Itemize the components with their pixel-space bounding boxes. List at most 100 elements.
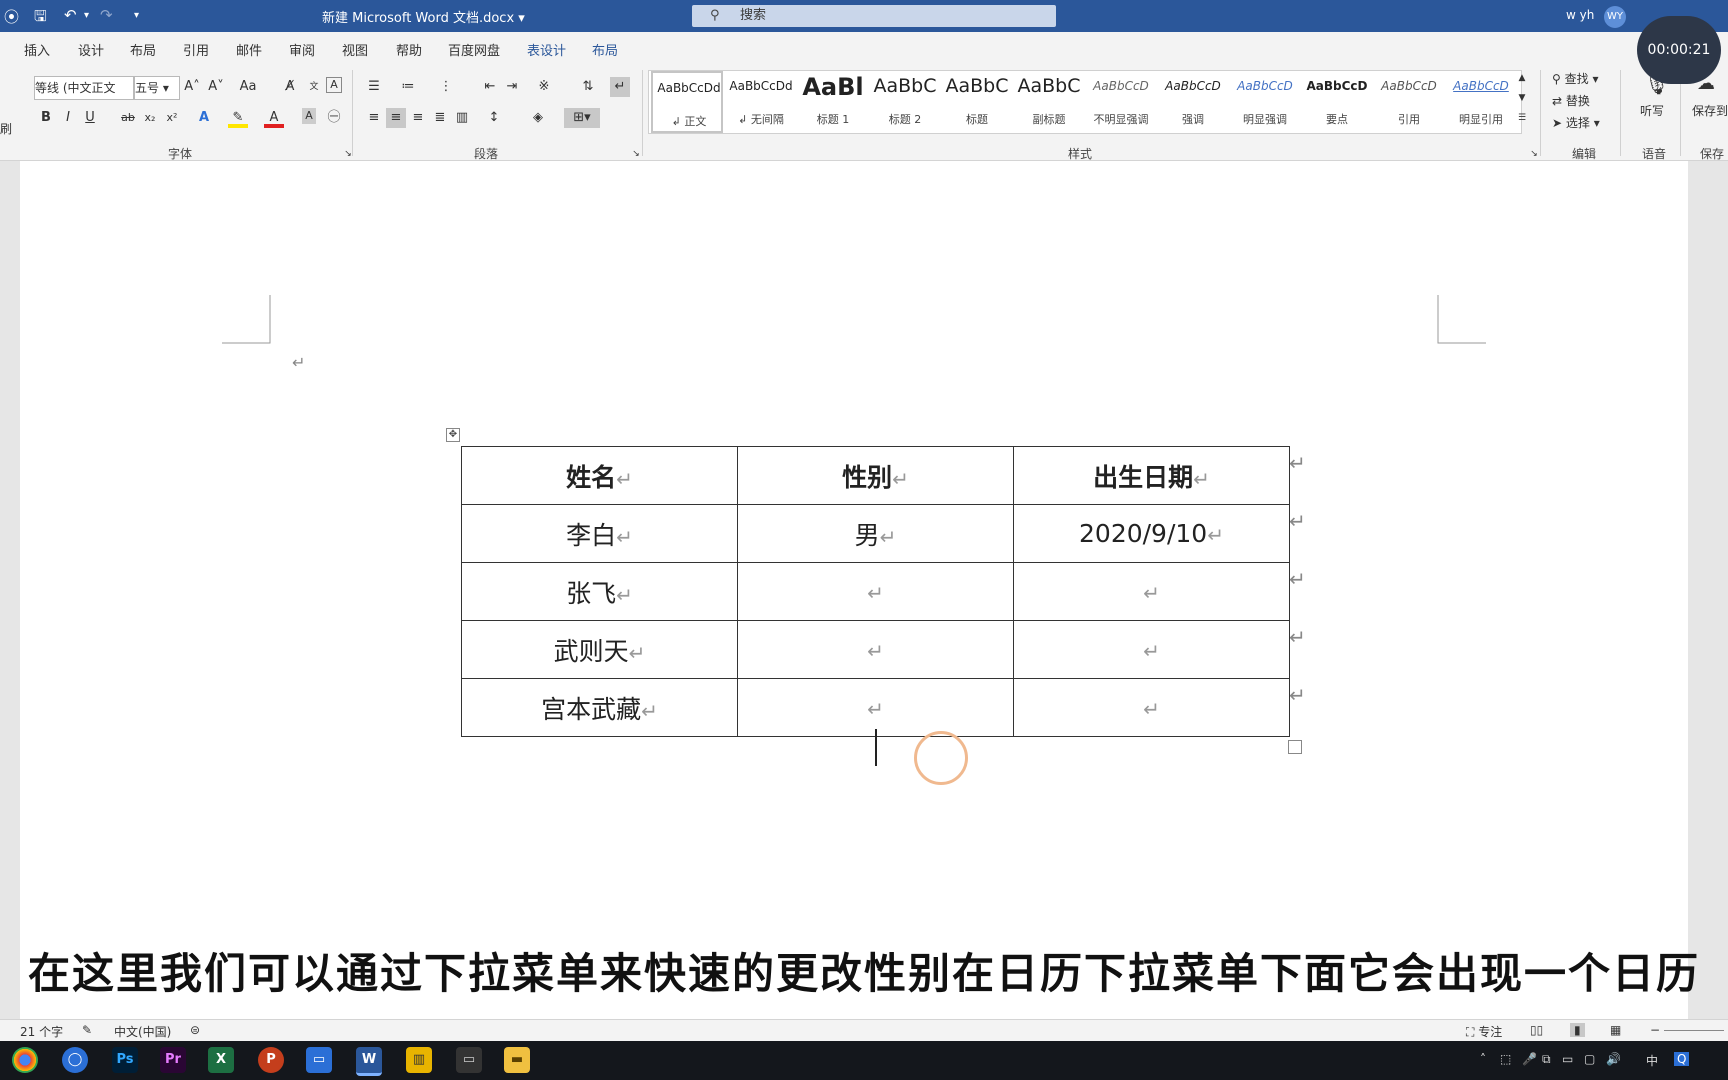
customize-qat-icon[interactable]: ▾ — [134, 10, 139, 21]
style-intense-quote[interactable]: AaBbCcD 明显引用 — [1445, 71, 1517, 133]
table-resize-handle[interactable] — [1288, 740, 1302, 754]
page[interactable]: ↵ ✥ 姓名↵ 性别↵ 出生日期↵ 李白↵ 男↵ 2020/9/10↵ 张飞↵ … — [20, 161, 1688, 1019]
zoom-slider[interactable] — [1664, 1030, 1724, 1031]
table-cell[interactable]: ↵ — [737, 562, 1014, 621]
tab-help[interactable]: 帮助 — [396, 40, 422, 59]
focus-mode-button[interactable]: ⛶ 专注 — [1466, 1023, 1502, 1040]
tray-chevron-icon[interactable]: ˄ — [1480, 1052, 1486, 1066]
table-cell[interactable]: ↵ — [737, 678, 1014, 737]
table-cell[interactable]: 张飞↵ — [461, 562, 738, 621]
align-center-icon[interactable]: ≡ — [386, 108, 406, 128]
style-quote[interactable]: AaBbCcD 引用 — [1373, 71, 1445, 133]
show-marks-icon[interactable]: ↵ — [610, 77, 630, 97]
select-button[interactable]: ➤ 选择 ▾ — [1552, 112, 1600, 134]
accessibility-icon[interactable]: ⊜ — [190, 1023, 200, 1037]
header-cell-name[interactable]: 姓名↵ — [461, 446, 738, 505]
char-shading-icon[interactable]: A — [302, 108, 316, 124]
find-button[interactable]: ⚲ 查找 ▾ — [1552, 68, 1598, 90]
grow-font-icon[interactable]: A˄ — [182, 77, 202, 97]
tab-design[interactable]: 设计 — [78, 40, 104, 59]
table-cell[interactable]: 李白↵ — [461, 504, 738, 563]
tab-baidu-netdisk[interactable]: 百度网盘 — [448, 40, 500, 59]
char-border-icon[interactable]: A — [326, 77, 342, 93]
photoshop-icon[interactable]: Ps — [112, 1047, 138, 1073]
highlight-icon[interactable]: ✎ — [228, 108, 248, 128]
table-cell[interactable]: ↵ — [737, 620, 1014, 679]
style-subtitle[interactable]: AaBbC 副标题 — [1013, 71, 1085, 133]
tray-network-icon[interactable]: ⧉ — [1542, 1052, 1551, 1067]
decrease-indent-icon[interactable]: ⇤ — [480, 77, 500, 97]
tab-view[interactable]: 视图 — [342, 40, 368, 59]
save-to-baidu-button[interactable]: 保存到百度网盘 — [1692, 100, 1728, 122]
table-move-handle[interactable]: ✥ — [446, 428, 460, 442]
style-intense-emphasis[interactable]: AaBbCcD 明显强调 — [1229, 71, 1301, 133]
chart-app-icon[interactable]: ▥ — [406, 1047, 432, 1073]
bold-icon[interactable]: B — [36, 108, 56, 128]
style-subtle-emphasis[interactable]: AaBbCcD 不明显强调 — [1085, 71, 1157, 133]
undo-icon[interactable]: ↶ — [64, 6, 77, 24]
styles-gallery[interactable]: AaBbCcDd ↲ 正文 AaBbCcDd ↲ 无间隔 AaBl 标题 1 AaBb… — [648, 70, 1522, 134]
meeting-app-icon[interactable]: ▭ — [306, 1047, 332, 1073]
tab-table-design[interactable]: 表设计 — [527, 40, 566, 59]
font-size-select[interactable]: 五号 ▾ — [134, 76, 180, 100]
justify-icon[interactable]: ≣ — [430, 108, 450, 128]
sort-icon[interactable]: ⇅ — [578, 77, 598, 97]
style-no-spacing[interactable]: AaBbCcDd ↲ 无间隔 — [725, 71, 797, 133]
tab-references[interactable]: 引用 — [183, 40, 209, 59]
tray-battery-icon[interactable]: ▭ — [1562, 1052, 1573, 1066]
table-cell[interactable]: ↵ — [1013, 562, 1290, 621]
format-painter-icon[interactable]: 刷 — [0, 118, 12, 140]
tray-display-icon[interactable]: ▢ — [1584, 1052, 1595, 1066]
distributed-icon[interactable]: ▥ — [452, 108, 472, 128]
save-icon[interactable]: 🖫 — [34, 6, 47, 31]
subscript-icon[interactable]: x₂ — [140, 108, 160, 128]
avatar[interactable]: WY — [1604, 6, 1626, 28]
redo-icon[interactable]: ↷ — [100, 6, 113, 24]
font-name-select[interactable]: 等线 (中文正文 — [34, 76, 134, 100]
style-emphasis[interactable]: AaBbCcD 强调 — [1157, 71, 1229, 133]
gallery-up-icon[interactable]: ▲ — [1512, 68, 1532, 88]
bullets-icon[interactable]: ☰ — [364, 77, 384, 97]
search-box[interactable]: ⚲ 搜索 — [692, 5, 1056, 27]
table-cell[interactable]: ↵ — [1013, 678, 1290, 737]
tray-q-icon[interactable]: Q — [1674, 1052, 1690, 1066]
tray-app-icon[interactable]: ⬚ — [1500, 1052, 1511, 1066]
enclose-char-icon[interactable]: ㊀ — [324, 108, 344, 128]
terminal-icon[interactable]: ▭ — [456, 1047, 482, 1073]
tray-mic-icon[interactable]: 🎤 — [1522, 1052, 1537, 1066]
table-cell[interactable]: 2020/9/10↵ — [1013, 504, 1290, 563]
zoom-out-icon[interactable]: − — [1650, 1023, 1660, 1037]
clear-format-icon[interactable]: A̸ — [280, 77, 300, 97]
style-heading-1[interactable]: AaBl 标题 1 — [797, 71, 869, 133]
table-cell[interactable]: 武则天↵ — [461, 620, 738, 679]
superscript-icon[interactable]: x² — [162, 108, 182, 128]
powerpoint-icon[interactable]: P — [258, 1047, 284, 1073]
premiere-icon[interactable]: Pr — [160, 1047, 186, 1073]
align-right-icon[interactable]: ≡ — [408, 108, 428, 128]
table-cell[interactable]: 男↵ — [737, 504, 1014, 563]
tab-insert[interactable]: 插入 — [24, 40, 50, 59]
chinese-layout-icon[interactable]: ※ — [534, 77, 554, 97]
align-left-icon[interactable]: ≡ — [364, 108, 384, 128]
style-title[interactable]: AaBbC 标题 — [941, 71, 1013, 133]
tab-layout[interactable]: 布局 — [130, 40, 156, 59]
web-layout-icon[interactable]: ▦ — [1610, 1023, 1621, 1037]
style-strong[interactable]: AaBbCcD 要点 — [1301, 71, 1373, 133]
header-cell-gender[interactable]: 性别↵ — [737, 446, 1014, 505]
phonetic-guide-icon[interactable]: 文 — [304, 77, 324, 97]
increase-indent-icon[interactable]: ⇥ — [502, 77, 522, 97]
undo-dropdown-icon[interactable]: ▾ — [84, 10, 89, 21]
gallery-more-icon[interactable]: ☰ — [1512, 108, 1532, 128]
table-cell[interactable]: 宫本武藏↵ — [461, 678, 738, 737]
text-effects-icon[interactable]: A — [194, 108, 214, 128]
line-spacing-icon[interactable]: ↕ — [484, 108, 504, 128]
header-cell-birthdate[interactable]: 出生日期↵ — [1013, 446, 1290, 505]
proofing-icon[interactable]: ✎ — [82, 1023, 92, 1037]
tray-volume-icon[interactable]: 🔊 — [1606, 1052, 1621, 1066]
style-normal[interactable]: AaBbCcDd ↲ 正文 — [651, 71, 723, 133]
change-case-icon[interactable]: Aa — [238, 77, 258, 97]
read-mode-icon[interactable]: ▯▯ — [1530, 1023, 1543, 1037]
autosave-icon[interactable]: ⦿ — [4, 6, 19, 27]
underline-icon[interactable]: U — [80, 108, 100, 128]
gallery-down-icon[interactable]: ▼ — [1512, 88, 1532, 108]
